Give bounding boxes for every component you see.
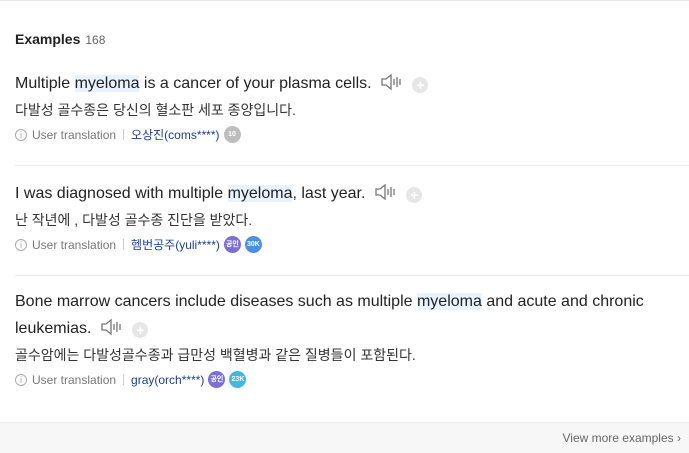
example-sentence: I was diagnosed with multiple myeloma, l…	[15, 180, 689, 207]
sentence-text: I was diagnosed with multiple	[15, 185, 228, 202]
certified-badge: 공인	[223, 236, 241, 253]
info-icon[interactable]: i	[15, 128, 27, 141]
source-label: User translation	[32, 127, 117, 142]
example-sentence: Bone marrow cancers include diseases suc…	[15, 288, 689, 342]
example-item: Multiple myeloma is a cancer of your pla…	[15, 70, 689, 143]
level-badge: 23K	[229, 371, 247, 388]
example-divider	[15, 165, 689, 166]
keyword-highlight: myeloma	[227, 185, 293, 202]
certified-badge: 공인	[208, 371, 226, 388]
sentence-text: , last year.	[292, 185, 366, 202]
speaker-icon[interactable]	[100, 318, 124, 336]
example-divider	[15, 275, 689, 276]
source-label: User translation	[32, 372, 117, 387]
user-link[interactable]: gray(orch****)	[131, 373, 204, 387]
example-translation: 다발성 골수종은 당신의 혈소판 세포 종양입니다.	[15, 102, 296, 118]
example-meta: i User translation 오상진(coms****) 10	[15, 126, 689, 143]
speaker-icon[interactable]	[380, 73, 404, 91]
view-more-label: View more examples	[562, 431, 674, 445]
examples-title: Examples	[15, 31, 81, 47]
examples-header: Examples 168	[15, 31, 105, 47]
info-icon[interactable]: i	[15, 238, 27, 251]
meta-separator	[123, 374, 125, 385]
example-item: Bone marrow cancers include diseases suc…	[15, 288, 689, 388]
plus-icon[interactable]: +	[412, 77, 429, 93]
user-link[interactable]: 오상진(coms****)	[131, 126, 219, 143]
sentence-text: Bone marrow cancers include diseases suc…	[15, 293, 417, 310]
sentence-text: leukemias.	[15, 320, 92, 337]
plus-icon[interactable]: +	[406, 187, 423, 203]
view-more-link[interactable]: View more examples ›	[562, 431, 681, 445]
example-item: I was diagnosed with multiple myeloma, l…	[15, 180, 689, 253]
user-link[interactable]: 헴번공주(yuli****)	[131, 236, 220, 253]
sentence-text: is a cancer of your plasma cells.	[139, 75, 372, 92]
source-label: User translation	[32, 237, 117, 252]
level-badge: 30K	[244, 236, 262, 253]
examples-count: 168	[85, 33, 106, 47]
level-badge: 10	[223, 126, 241, 143]
speaker-icon[interactable]	[374, 183, 398, 201]
example-sentence: Multiple myeloma is a cancer of your pla…	[15, 70, 689, 97]
meta-separator	[123, 239, 125, 250]
footer-bar: View more examples ›	[0, 422, 689, 453]
plus-icon[interactable]: +	[132, 322, 149, 338]
meta-separator	[123, 129, 125, 140]
chevron-right-icon: ›	[677, 431, 681, 445]
top-border	[0, 0, 689, 1]
keyword-highlight: myeloma	[416, 293, 482, 310]
sentence-text: Multiple	[15, 75, 75, 92]
example-translation: 골수암에는 다발성골수종과 급만성 백혈병과 같은 질병들이 포함된다.	[15, 347, 416, 363]
example-meta: i User translation gray(orch****) 공인 23K	[15, 371, 689, 388]
info-icon[interactable]: i	[15, 373, 27, 386]
example-meta: i User translation 헴번공주(yuli****) 공인 30K	[15, 236, 689, 253]
keyword-highlight: myeloma	[74, 75, 140, 92]
sentence-text: and acute and chronic	[481, 293, 644, 310]
example-translation: 난 작년에 , 다발성 골수종 진단을 받았다.	[15, 212, 253, 228]
